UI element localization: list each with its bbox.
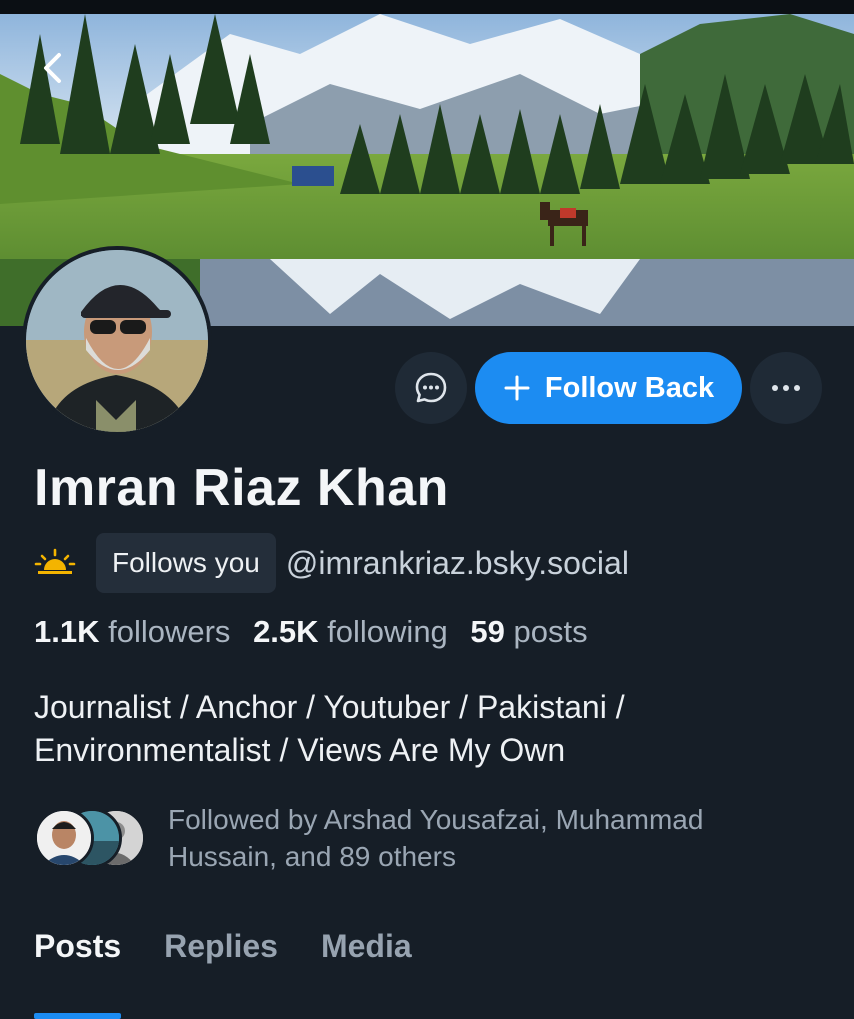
tab-replies[interactable]: Replies	[164, 928, 278, 989]
profile-name: Imran Riaz Khan	[34, 459, 449, 517]
mutual-followers-avatars	[34, 806, 154, 870]
handle-row: Follows you @imrankriaz.bsky.social	[34, 532, 629, 594]
followed-by-text: Followed by Arshad Yousafzai, Muhammad H…	[168, 801, 808, 875]
more-options-button[interactable]	[750, 352, 822, 424]
status-bar	[0, 0, 854, 14]
bio-line: Environmentalist / Views Are My Own	[34, 732, 566, 768]
tab-media[interactable]: Media	[321, 928, 412, 989]
profile-bio: Journalist / Anchor / Youtuber / Pakista…	[34, 686, 834, 772]
followed-by-line: Hussain, and 89 others	[168, 841, 456, 872]
followers-count: 1.1K	[34, 614, 100, 649]
chevron-left-icon	[44, 53, 61, 83]
following-count: 2.5K	[253, 614, 319, 649]
plus-icon	[504, 375, 530, 401]
followed-by-section[interactable]: Followed by Arshad Yousafzai, Muhammad H…	[34, 802, 808, 874]
message-button[interactable]	[395, 352, 467, 424]
follow-back-button[interactable]: Follow Back	[475, 352, 742, 424]
chat-bubble-icon	[415, 372, 447, 403]
followed-by-line: Followed by Arshad Yousafzai, Muhammad	[168, 804, 704, 835]
profile-stats: 1.1K followers 2.5K following 59 posts	[34, 614, 588, 650]
followers-label: followers	[108, 614, 231, 649]
posts-count: 59	[470, 614, 505, 649]
followers-stat[interactable]: 1.1K followers	[34, 614, 230, 649]
avatar-photo	[37, 811, 91, 865]
bio-line: Journalist / Anchor / Youtuber / Pakista…	[34, 689, 625, 725]
profile-tabs: Posts Replies Media	[34, 928, 412, 1019]
posts-stat: 59 posts	[470, 614, 587, 649]
following-label: following	[327, 614, 448, 649]
ellipsis-icon	[772, 385, 800, 391]
mutual-avatar	[34, 808, 94, 868]
follows-you-badge: Follows you	[96, 533, 276, 593]
posts-label: posts	[513, 614, 588, 649]
follow-back-label: Follow Back	[544, 371, 715, 404]
profile-actions: Follow Back	[0, 352, 854, 424]
following-stat[interactable]: 2.5K following	[253, 614, 448, 649]
sunrise-icon	[34, 548, 76, 574]
profile-handle: @imrankriaz.bsky.social	[285, 544, 629, 581]
tab-posts[interactable]: Posts	[34, 928, 122, 1019]
back-button[interactable]	[32, 48, 72, 88]
